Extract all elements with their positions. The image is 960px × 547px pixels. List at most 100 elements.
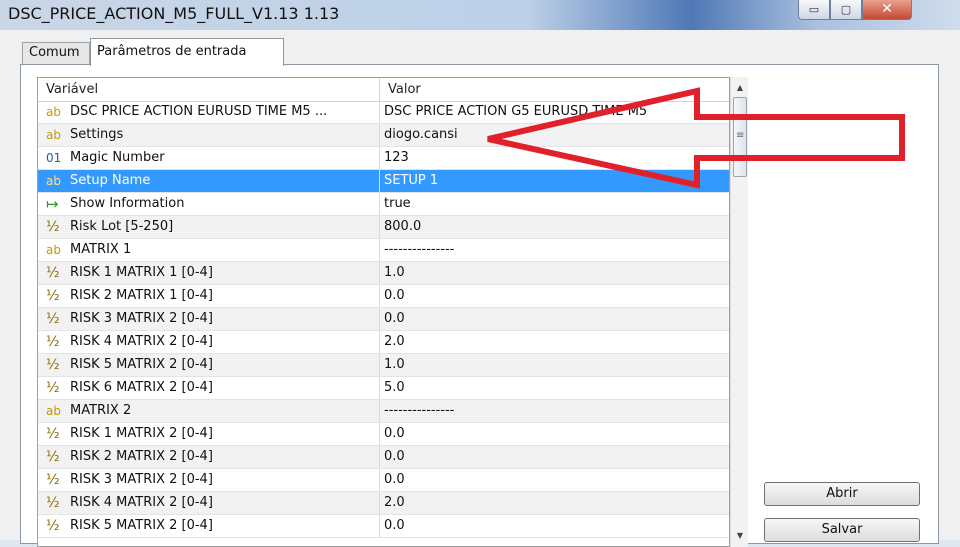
double-type-icon: ½: [46, 426, 60, 442]
variable-cell[interactable]: ½ RISK 2 MATRIX 2 [0-4]: [38, 446, 380, 468]
variable-cell[interactable]: ½ RISK 1 MATRIX 2 [0-4]: [38, 423, 380, 445]
table-row[interactable]: ab Setup Name SETUP 1: [38, 170, 729, 193]
double-type-icon: ½: [46, 449, 60, 465]
open-button[interactable]: Abrir: [764, 482, 920, 506]
variable-name: Show Information: [70, 196, 185, 211]
tab-comum[interactable]: Comum: [22, 42, 90, 64]
double-type-icon: ½: [46, 265, 60, 281]
variable-cell[interactable]: ½ RISK 3 MATRIX 2 [0-4]: [38, 308, 380, 330]
value-cell[interactable]: ---------------: [380, 400, 729, 422]
double-type-icon: ½: [46, 472, 60, 488]
window-title: DSC_PRICE_ACTION_M5_FULL_V1.13 1.13: [8, 4, 340, 23]
minimize-button[interactable]: ▭: [798, 0, 830, 20]
value-cell[interactable]: 0.0: [380, 285, 729, 307]
table-row[interactable]: ½ RISK 6 MATRIX 2 [0-4] 5.0: [38, 377, 729, 400]
variable-cell[interactable]: ab DSC PRICE ACTION EURUSD TIME M5 ...: [38, 101, 380, 123]
close-button[interactable]: ✕: [862, 0, 912, 20]
variable-name: Settings: [70, 127, 124, 142]
variable-cell[interactable]: ab Settings: [38, 124, 380, 146]
scroll-up-icon[interactable]: ▲: [732, 79, 748, 97]
variable-cell[interactable]: ab MATRIX 2: [38, 400, 380, 422]
variable-cell[interactable]: ½ RISK 6 MATRIX 2 [0-4]: [38, 377, 380, 399]
variable-cell[interactable]: ↦ Show Information: [38, 193, 380, 215]
table-row[interactable]: ab DSC PRICE ACTION EURUSD TIME M5 ... DSC…: [38, 101, 729, 124]
table-row[interactable]: ½ RISK 4 MATRIX 2 [0-4] 2.0: [38, 331, 729, 354]
variable-name: DSC PRICE ACTION EURUSD TIME M5 ...: [70, 104, 328, 119]
table-row[interactable]: ½ RISK 1 MATRIX 2 [0-4] 0.0: [38, 423, 729, 446]
variable-cell[interactable]: ½ Risk Lot [5-250]: [38, 216, 380, 238]
scroll-down-icon[interactable]: ▼: [732, 527, 748, 545]
tab-input-parameters[interactable]: Parâmetros de entrada: [90, 38, 284, 66]
table-row[interactable]: ab MATRIX 2 ---------------: [38, 400, 729, 423]
vertical-scrollbar[interactable]: ▲ ≡ ▼: [730, 77, 748, 547]
table-row[interactable]: ↦ Show Information true: [38, 193, 729, 216]
value-cell[interactable]: 1.0: [380, 262, 729, 284]
table-row[interactable]: ½ RISK 1 MATRIX 1 [0-4] 1.0: [38, 262, 729, 285]
value-cell[interactable]: 5.0: [380, 377, 729, 399]
double-type-icon: ½: [46, 495, 60, 511]
variable-name: RISK 4 MATRIX 2 [0-4]: [70, 334, 213, 349]
variable-cell[interactable]: 01 Magic Number: [38, 147, 380, 169]
value-cell[interactable]: 800.0: [380, 216, 729, 238]
variable-name: Magic Number: [70, 150, 165, 165]
table-row[interactable]: ½ RISK 3 MATRIX 2 [0-4] 0.0: [38, 469, 729, 492]
table-row[interactable]: ½ RISK 2 MATRIX 1 [0-4] 0.0: [38, 285, 729, 308]
table-row[interactable]: ½ RISK 4 MATRIX 2 [0-4] 2.0: [38, 492, 729, 515]
value-cell[interactable]: 0.0: [380, 469, 729, 491]
value-cell[interactable]: 0.0: [380, 308, 729, 330]
column-header-variable[interactable]: Variável: [38, 78, 380, 101]
variable-cell[interactable]: ab Setup Name: [38, 170, 380, 192]
value-cell[interactable]: 2.0: [380, 492, 729, 514]
save-button[interactable]: Salvar: [764, 518, 920, 542]
table-row[interactable]: ½ Risk Lot [5-250] 800.0: [38, 216, 729, 239]
table-row[interactable]: 01 Magic Number 123: [38, 147, 729, 170]
double-type-icon: ½: [46, 311, 60, 327]
grip-icon: ≡: [736, 130, 745, 141]
value-cell[interactable]: 0.0: [380, 446, 729, 468]
variable-name: RISK 1 MATRIX 1 [0-4]: [70, 265, 213, 280]
boolean-type-icon: ↦: [46, 195, 59, 213]
scrollbar-thumb[interactable]: ≡: [733, 97, 747, 177]
double-type-icon: ½: [46, 518, 60, 534]
column-header-value[interactable]: Valor: [380, 78, 729, 101]
value-cell[interactable]: ---------------: [380, 239, 729, 261]
value-cell[interactable]: 123: [380, 147, 729, 169]
string-type-icon: ab: [46, 105, 61, 119]
double-type-icon: ½: [46, 357, 60, 373]
variable-cell[interactable]: ½ RISK 3 MATRIX 2 [0-4]: [38, 469, 380, 491]
variable-cell[interactable]: ½ RISK 1 MATRIX 1 [0-4]: [38, 262, 380, 284]
variable-cell[interactable]: ½ RISK 5 MATRIX 2 [0-4]: [38, 354, 380, 376]
value-cell[interactable]: 0.0: [380, 423, 729, 445]
variable-name: MATRIX 2: [70, 403, 132, 418]
value-cell[interactable]: diogo.cansi: [380, 124, 729, 146]
value-cell[interactable]: DSC PRICE ACTION G5 EURUSD TIME M5: [380, 101, 729, 123]
variable-name: RISK 5 MATRIX 2 [0-4]: [70, 518, 213, 533]
variable-name: MATRIX 1: [70, 242, 132, 257]
double-type-icon: ½: [46, 219, 60, 235]
variable-name: RISK 2 MATRIX 2 [0-4]: [70, 449, 213, 464]
table-row[interactable]: ½ RISK 5 MATRIX 2 [0-4] 1.0: [38, 354, 729, 377]
string-type-icon: ab: [46, 174, 61, 188]
value-cell[interactable]: SETUP 1: [380, 170, 729, 192]
double-type-icon: ½: [46, 380, 60, 396]
table-row[interactable]: ab MATRIX 1 ---------------: [38, 239, 729, 262]
parameters-grid: Variável Valor ab DSC PRICE ACTION EURUSD…: [37, 77, 730, 547]
title-bar[interactable]: DSC_PRICE_ACTION_M5_FULL_V1.13 1.13 ▭ ▢ …: [0, 0, 960, 30]
value-cell[interactable]: 0.0: [380, 515, 729, 537]
variable-cell[interactable]: ½ RISK 5 MATRIX 2 [0-4]: [38, 515, 380, 537]
variable-name: RISK 4 MATRIX 2 [0-4]: [70, 495, 213, 510]
tab-panel: Variável Valor ab DSC PRICE ACTION EURUSD…: [20, 64, 939, 547]
table-row[interactable]: ½ RISK 3 MATRIX 2 [0-4] 0.0: [38, 308, 729, 331]
variable-cell[interactable]: ½ RISK 4 MATRIX 2 [0-4]: [38, 492, 380, 514]
variable-cell[interactable]: ½ RISK 4 MATRIX 2 [0-4]: [38, 331, 380, 353]
dialog-body: Comum Parâmetros de entrada Variável Val…: [0, 30, 960, 547]
table-row[interactable]: ab Settings diogo.cansi: [38, 124, 729, 147]
table-row[interactable]: ½ RISK 2 MATRIX 2 [0-4] 0.0: [38, 446, 729, 469]
variable-cell[interactable]: ab MATRIX 1: [38, 239, 380, 261]
value-cell[interactable]: true: [380, 193, 729, 215]
value-cell[interactable]: 1.0: [380, 354, 729, 376]
table-row[interactable]: ½ RISK 5 MATRIX 2 [0-4] 0.0: [38, 515, 729, 538]
maximize-button[interactable]: ▢: [830, 0, 862, 20]
variable-cell[interactable]: ½ RISK 2 MATRIX 1 [0-4]: [38, 285, 380, 307]
value-cell[interactable]: 2.0: [380, 331, 729, 353]
